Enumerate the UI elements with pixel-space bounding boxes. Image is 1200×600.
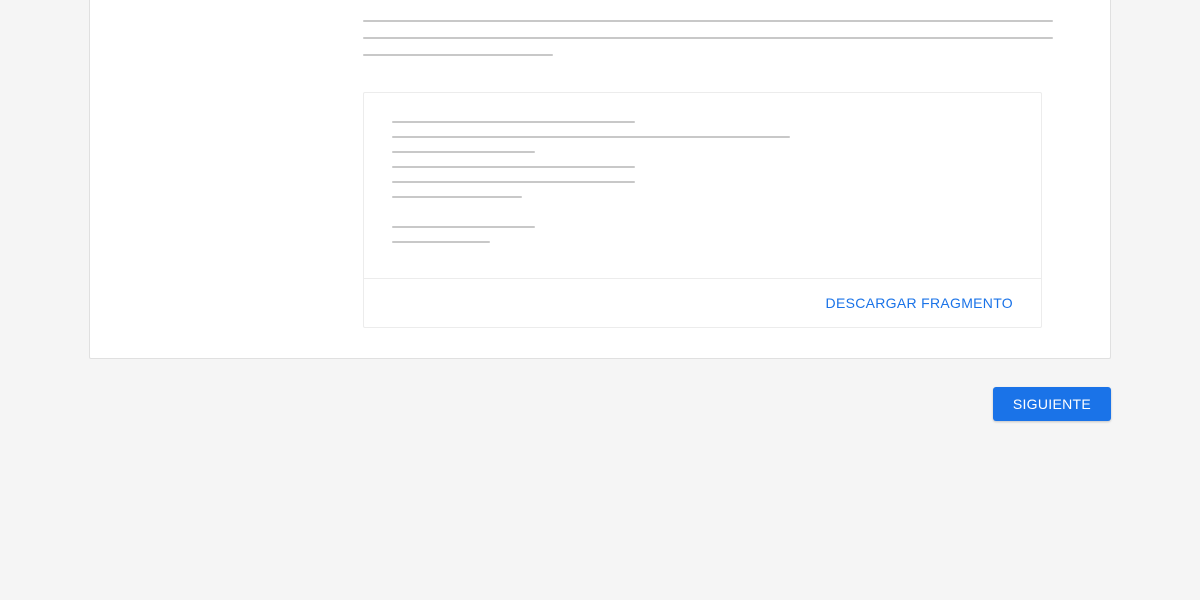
placeholder-line — [392, 166, 635, 168]
next-button[interactable]: SIGUIENTE — [993, 387, 1111, 421]
code-snippet-box: DESCARGAR FRAGMENTO — [363, 92, 1042, 328]
placeholder-line — [363, 20, 1053, 22]
placeholder-line — [363, 37, 1053, 39]
download-snippet-button[interactable]: DESCARGAR FRAGMENTO — [818, 289, 1021, 317]
code-snippet-footer: DESCARGAR FRAGMENTO — [364, 278, 1041, 327]
placeholder-line — [392, 241, 490, 243]
content-card: DESCARGAR FRAGMENTO — [89, 0, 1111, 359]
placeholder-line — [363, 54, 553, 56]
content-inner: DESCARGAR FRAGMENTO — [90, 0, 1110, 328]
placeholder-line — [392, 226, 535, 228]
description-placeholder — [363, 0, 1042, 56]
placeholder-line — [392, 136, 790, 138]
placeholder-line — [392, 121, 635, 123]
placeholder-line — [392, 181, 635, 183]
placeholder-line — [392, 196, 522, 198]
action-bar: SIGUIENTE — [0, 387, 1111, 421]
code-snippet-body — [364, 93, 1041, 278]
placeholder-line — [392, 151, 535, 153]
